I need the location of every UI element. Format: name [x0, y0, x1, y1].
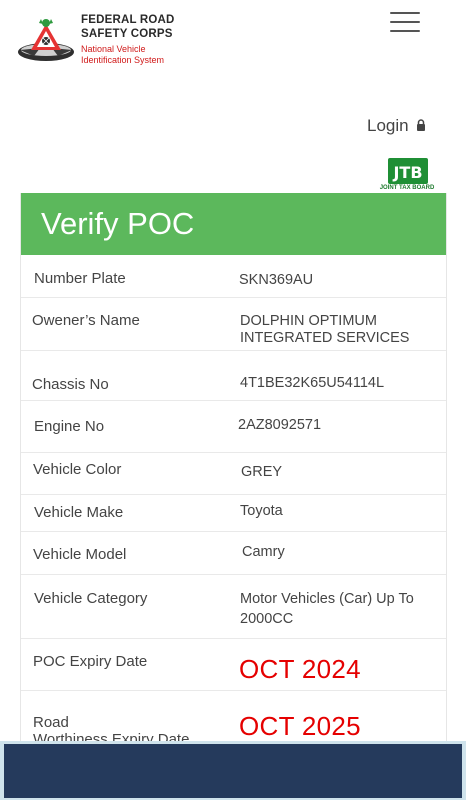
bottom-bar-panel	[4, 744, 462, 798]
logo-title-line1: FEDERAL ROAD	[81, 14, 175, 26]
row-label: POC Expiry Date	[33, 653, 148, 670]
table-row-chassis-no: Chassis No 4T1BE32K65U54114L	[21, 351, 446, 401]
jtb-caption: JOINT TAX BOARD	[379, 185, 435, 191]
road-worthiness-expiry-value: OCT 2025	[239, 711, 361, 741]
row-label: Vehicle Model	[33, 546, 127, 563]
row-value-line1: DOLPHIN OPTIMUM	[240, 313, 377, 329]
site-header: FEDERAL ROAD SAFETY CORPS National Vehic…	[0, 0, 466, 90]
row-value-line1: Motor Vehicles (Car) Up To	[240, 591, 414, 607]
bottom-bar	[0, 741, 466, 800]
verify-poc-card: Verify POC Number Plate SKN369AU Owener’…	[20, 193, 447, 748]
jtb-logo: JTB JOINT TAX BOARD	[372, 158, 442, 194]
row-value: SKN369AU	[239, 272, 314, 288]
row-value: 2AZ8092571	[238, 417, 322, 433]
logo-subtitle-line2: Identification System	[81, 55, 165, 65]
row-label: Owener’s Name	[32, 312, 140, 329]
frsc-emblem-icon[interactable]	[14, 14, 78, 64]
poc-expiry-value: OCT 2024	[239, 654, 361, 684]
menu-bar	[390, 30, 420, 32]
row-label-line1: Road	[33, 714, 69, 731]
card-title: Verify POC	[21, 193, 446, 255]
table-row-poc-expiry: POC Expiry Date OCT 2024	[21, 639, 446, 691]
lock-icon	[416, 116, 426, 136]
row-value: GREY	[241, 464, 283, 480]
login-label: Login	[367, 116, 409, 135]
table-row-vehicle-make: Vehicle Make Toyota	[21, 495, 446, 532]
table-row-engine-no: Engine No 2AZ8092571	[21, 401, 446, 453]
row-value: Toyota	[240, 503, 283, 519]
login-link[interactable]: Login	[367, 116, 426, 136]
logo-text[interactable]: FEDERAL ROAD SAFETY CORPS National Vehic…	[81, 13, 175, 66]
table-row-owner-name: Owener’s Name DOLPHIN OPTIMUM INTEGRATED…	[21, 298, 446, 351]
row-value: 4T1BE32K65U54114L	[240, 375, 385, 391]
menu-bar	[390, 12, 420, 14]
table-row-vehicle-category: Vehicle Category Motor Vehicles (Car) Up…	[21, 575, 446, 639]
logo-title-line2: SAFETY CORPS	[81, 28, 173, 40]
row-label: Vehicle Make	[34, 504, 124, 521]
jtb-badge-text: JTB	[392, 163, 422, 182]
row-value-line2: 2000CC	[240, 611, 294, 627]
table-row-road-worthiness-expiry: Road Worthiness Expiry Date OCT 2025	[21, 691, 446, 748]
row-label: Number Plate	[34, 270, 126, 287]
table-row-vehicle-color: Vehicle Color GREY	[21, 453, 446, 495]
row-label: Vehicle Category	[34, 590, 148, 607]
table-row-vehicle-model: Vehicle Model Camry	[21, 532, 446, 575]
row-label: Chassis No	[32, 376, 109, 393]
row-label: Vehicle Color	[33, 461, 122, 478]
table-row-number-plate: Number Plate SKN369AU	[21, 255, 446, 298]
row-label: Engine No	[34, 418, 105, 435]
hamburger-menu-icon[interactable]	[390, 12, 420, 34]
row-value-line2: INTEGRATED SERVICES	[240, 330, 410, 346]
logo-subtitle-line1: National Vehicle	[81, 44, 146, 54]
menu-bar	[390, 21, 420, 23]
row-value: Camry	[242, 544, 285, 560]
